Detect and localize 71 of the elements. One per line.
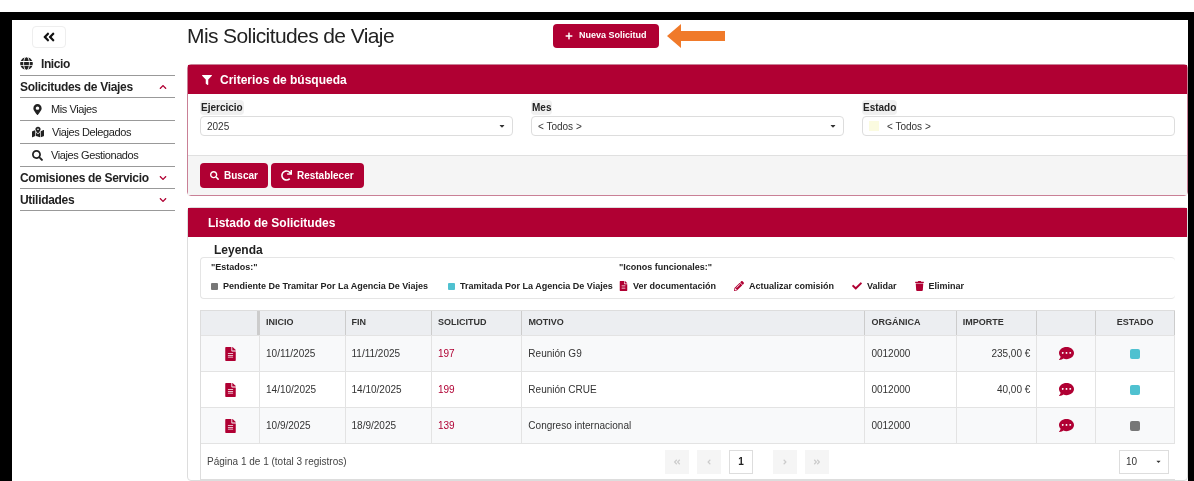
chevron-up-icon bbox=[159, 82, 167, 91]
legend-item: Tramitada Por La Agencia De Viajes bbox=[460, 279, 613, 293]
search-icon bbox=[210, 171, 219, 180]
panel-title: Criterios de búsqueda bbox=[220, 71, 347, 89]
map-pins-icon bbox=[32, 126, 44, 138]
table-cell: 18/9/2025 bbox=[345, 408, 432, 443]
search-icon bbox=[32, 149, 43, 161]
table-cell: 0012000 bbox=[865, 408, 957, 443]
double-chevron-left-icon bbox=[42, 30, 56, 44]
last-page-icon bbox=[813, 457, 821, 466]
legend-label: "Estados:" bbox=[211, 261, 259, 274]
select-value: 2025 bbox=[207, 119, 230, 134]
page-title: Mis Solicitudes de Viaje bbox=[187, 23, 395, 50]
filter-icon bbox=[202, 74, 212, 85]
search-button[interactable]: Buscar bbox=[200, 163, 268, 188]
caret-icon bbox=[829, 122, 837, 130]
document-icon[interactable] bbox=[224, 346, 236, 361]
document-icon bbox=[619, 281, 628, 292]
field-label: Ejercicio bbox=[200, 100, 244, 115]
legend-label: "Iconos funcionales:" bbox=[619, 261, 714, 274]
map-pin-icon bbox=[32, 103, 43, 115]
legend-item: Ver documentación bbox=[633, 279, 717, 293]
arrow-icon bbox=[666, 24, 725, 48]
caret-icon bbox=[1155, 458, 1162, 465]
table-cell: 139 bbox=[431, 408, 523, 443]
table-cell: 10/9/2025 bbox=[260, 408, 346, 443]
trash-icon bbox=[914, 281, 924, 292]
field-label: Estado bbox=[862, 100, 898, 115]
globe-icon bbox=[20, 57, 33, 70]
legend-item: Eliminar bbox=[928, 279, 965, 293]
select-field[interactable]: < Todos > bbox=[862, 116, 1175, 136]
sidebar-item[interactable]: Inicio bbox=[20, 52, 175, 76]
sidebar-item[interactable]: Viajes Gestionados bbox=[20, 144, 175, 167]
caret-icon bbox=[498, 122, 506, 130]
pagination-summary: Página 1 de 1 (total 3 registros) bbox=[207, 455, 348, 469]
legend-item: Actualizar comisión bbox=[749, 279, 835, 293]
sidebar-group[interactable]: Comisiones de Servicio bbox=[20, 167, 175, 189]
reset-icon bbox=[280, 170, 292, 181]
document-icon[interactable] bbox=[224, 382, 236, 397]
collapse-sidebar-button[interactable] bbox=[32, 26, 66, 48]
panel-title: Listado de Solicitudes bbox=[208, 214, 336, 232]
select-field[interactable]: 2025 bbox=[200, 116, 513, 136]
first-page-icon bbox=[673, 457, 681, 466]
table-cell: Congreso internacional bbox=[522, 408, 866, 443]
color-swatch-icon bbox=[869, 121, 879, 131]
chevron-down-icon bbox=[159, 195, 167, 204]
chevron-down-icon bbox=[159, 173, 167, 182]
previous-page-icon bbox=[705, 457, 713, 466]
comment-icon[interactable] bbox=[1057, 382, 1075, 397]
select-value: < Todos > bbox=[887, 119, 931, 134]
check-icon bbox=[852, 281, 863, 292]
legend-item: Pendiente De Tramitar Por La Agencia De Viajes bbox=[223, 279, 429, 293]
field-label: Mes bbox=[531, 100, 553, 115]
select-field[interactable]: < Todos > bbox=[531, 116, 844, 136]
sidebar-group[interactable]: Utilidades bbox=[20, 189, 175, 211]
new-request-button[interactable]: Nueva Solicitud bbox=[553, 24, 659, 48]
sidebar-group[interactable]: Solicitudes de Viajes bbox=[20, 76, 175, 98]
sidebar-item[interactable]: Mis Viajes bbox=[20, 98, 175, 121]
document-icon[interactable] bbox=[224, 418, 236, 433]
legend-item: Validar bbox=[867, 279, 897, 293]
reset-button[interactable]: Restablecer bbox=[270, 163, 364, 188]
legend-title: Leyenda bbox=[214, 243, 264, 257]
sidebar-item[interactable]: Viajes Delegados bbox=[20, 121, 175, 144]
select-value: < Todos > bbox=[538, 119, 582, 134]
comment-icon[interactable] bbox=[1057, 418, 1075, 433]
page-size-select[interactable]: 10 bbox=[1119, 449, 1169, 474]
plus-icon bbox=[565, 32, 573, 40]
next-page-icon bbox=[781, 457, 789, 466]
page-button[interactable]: 1 bbox=[729, 449, 753, 474]
pencil-icon bbox=[734, 281, 745, 292]
comment-icon[interactable] bbox=[1057, 346, 1075, 361]
